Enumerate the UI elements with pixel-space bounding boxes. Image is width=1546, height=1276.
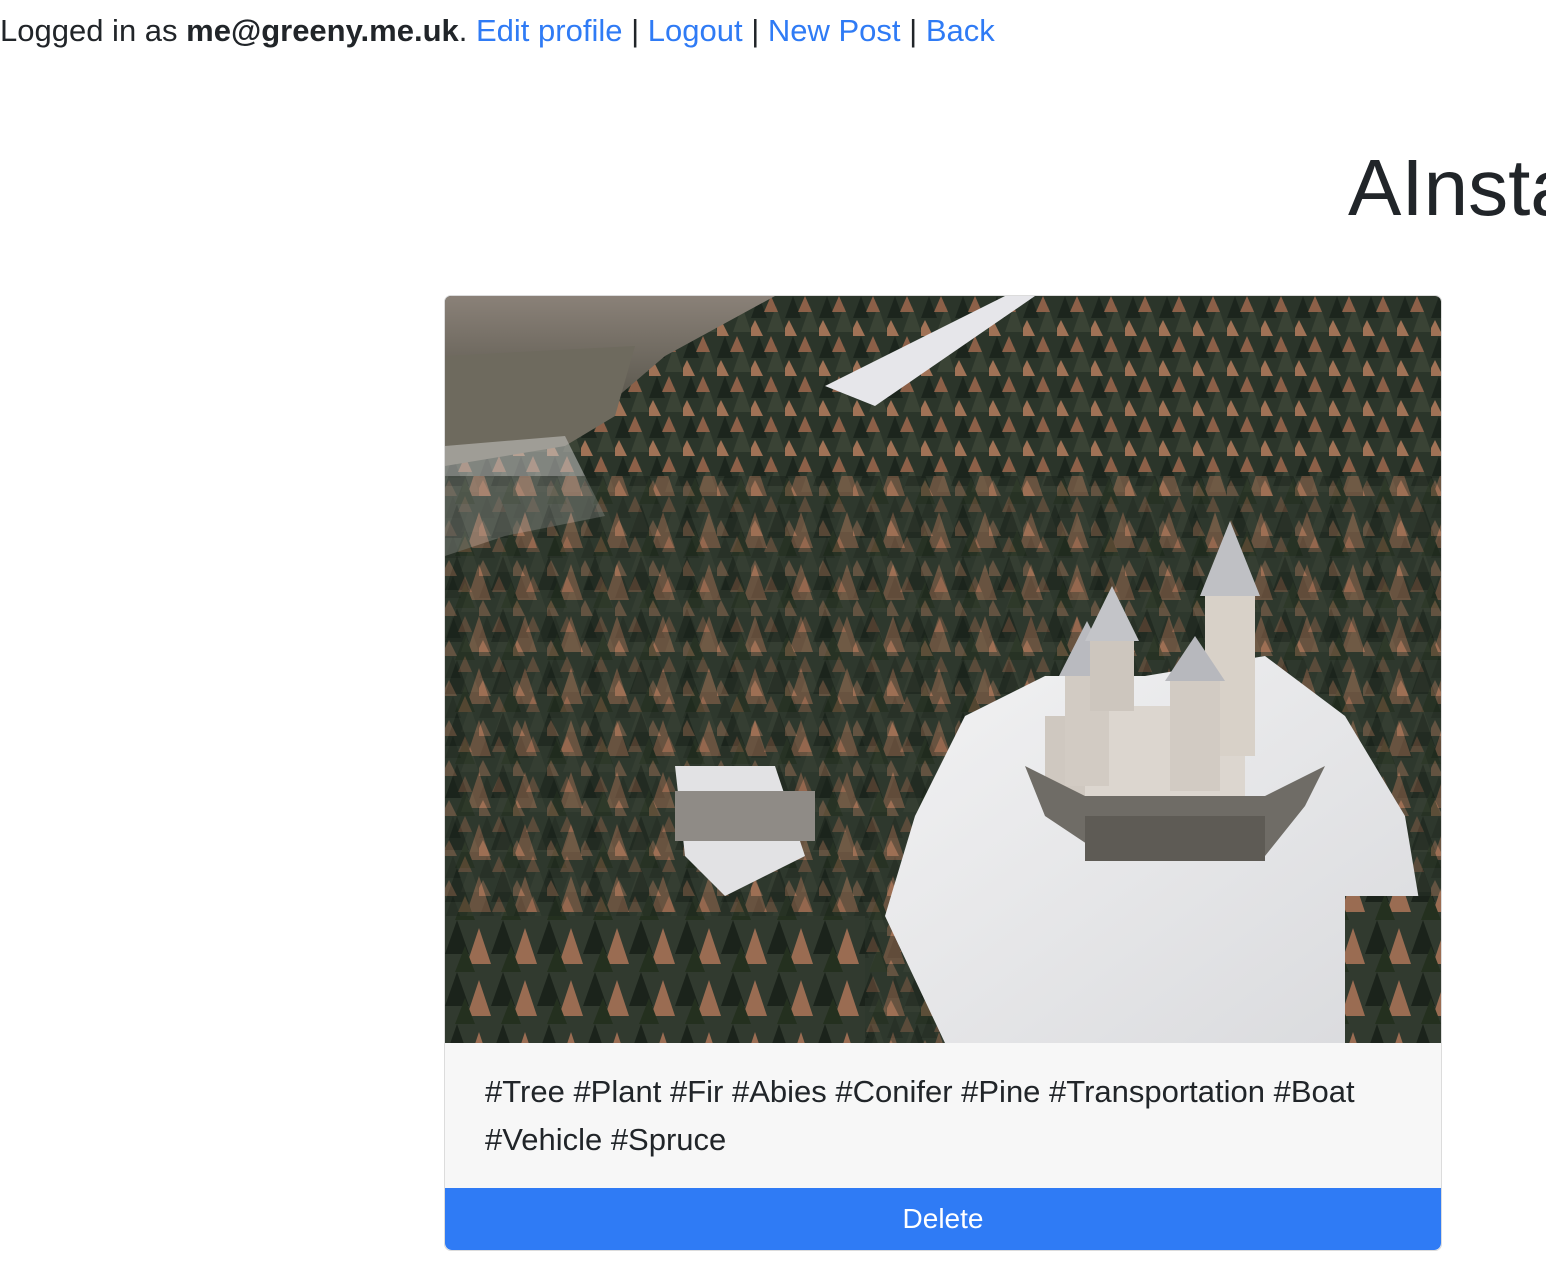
delete-button[interactable]: Delete (445, 1188, 1441, 1250)
new-post-link[interactable]: New Post (768, 13, 901, 48)
logged-in-label: Logged in as (0, 13, 187, 48)
page-title: AInsta (1348, 143, 1546, 232)
email-period: . (458, 13, 476, 48)
nav-separator: | (742, 13, 768, 48)
post-card: #Tree #Plant #Fir #Abies #Conifer #Pine … (444, 295, 1442, 1251)
user-email: me@greeny.me.uk (186, 13, 459, 48)
post-image (445, 296, 1441, 1043)
nav-separator: | (900, 13, 926, 48)
post-tags: #Tree #Plant #Fir #Abies #Conifer #Pine … (485, 1074, 1355, 1157)
nav-separator: | (622, 13, 648, 48)
logout-link[interactable]: Logout (648, 13, 743, 48)
back-link[interactable]: Back (926, 13, 995, 48)
user-nav-bar: Logged in as me@greeny.me.uk. Edit profi… (0, 8, 995, 54)
edit-profile-link[interactable]: Edit profile (476, 13, 622, 48)
